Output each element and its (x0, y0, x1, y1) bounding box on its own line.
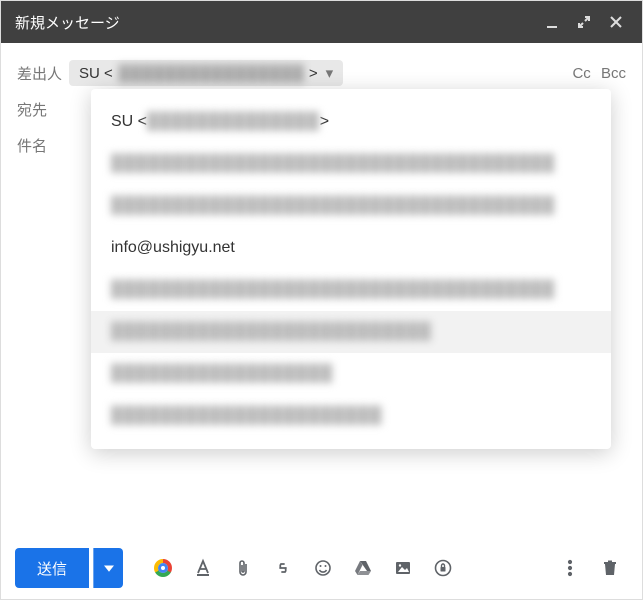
close-icon[interactable] (604, 10, 628, 34)
from-option[interactable]: ██████████████████ (91, 353, 611, 395)
from-dropdown[interactable]: SU <██████████████>█████████████████████… (91, 89, 611, 449)
send-options-button[interactable] (93, 548, 123, 588)
from-suffix: > (309, 65, 318, 82)
to-label: 宛先 (17, 99, 69, 120)
from-label: 差出人 (17, 63, 69, 84)
attachment-icon[interactable] (225, 550, 261, 586)
from-prefix: SU < (79, 65, 113, 82)
from-redacted: ████████████████ (119, 65, 305, 82)
from-selector[interactable]: SU < ████████████████ > ▾ (69, 60, 343, 86)
expand-icon[interactable] (572, 10, 596, 34)
cc-bcc: Cc Bcc (566, 65, 626, 82)
minimize-icon[interactable] (540, 10, 564, 34)
image-icon[interactable] (385, 550, 421, 586)
compose-window: 新規メッセージ 差出人 SU < ████████████████ > ▾ Cc… (0, 0, 643, 600)
chevron-down-icon: ▾ (326, 64, 334, 82)
send-button[interactable]: 送信 (15, 548, 89, 588)
link-icon[interactable] (265, 550, 301, 586)
from-option[interactable]: ████████████████████████████████████ (91, 143, 611, 185)
from-option[interactable]: ████████████████████████████████████ (91, 185, 611, 227)
window-title: 新規メッセージ (15, 12, 532, 33)
text-format-icon[interactable] (185, 550, 221, 586)
from-row: 差出人 SU < ████████████████ > ▾ Cc Bcc (17, 55, 626, 91)
from-option[interactable]: ██████████████████████████ (91, 311, 611, 353)
emoji-icon[interactable] (305, 550, 341, 586)
trash-icon[interactable] (592, 550, 628, 586)
confidential-icon[interactable] (425, 550, 461, 586)
compose-body: 差出人 SU < ████████████████ > ▾ Cc Bcc 宛先 … (1, 43, 642, 537)
titlebar: 新規メッセージ (1, 1, 642, 43)
cc-link[interactable]: Cc (572, 65, 590, 82)
more-options-icon[interactable] (552, 550, 588, 586)
from-option[interactable]: info@ushigyu.net (91, 227, 611, 269)
bcc-link[interactable]: Bcc (601, 65, 626, 82)
compose-toolbar: 送信 (1, 537, 642, 599)
from-option[interactable]: SU <██████████████> (91, 101, 611, 143)
from-option[interactable]: ██████████████████████ (91, 395, 611, 437)
chrome-icon[interactable] (145, 550, 181, 586)
drive-icon[interactable] (345, 550, 381, 586)
subject-label: 件名 (17, 135, 69, 156)
from-option[interactable]: ████████████████████████████████████ (91, 269, 611, 311)
